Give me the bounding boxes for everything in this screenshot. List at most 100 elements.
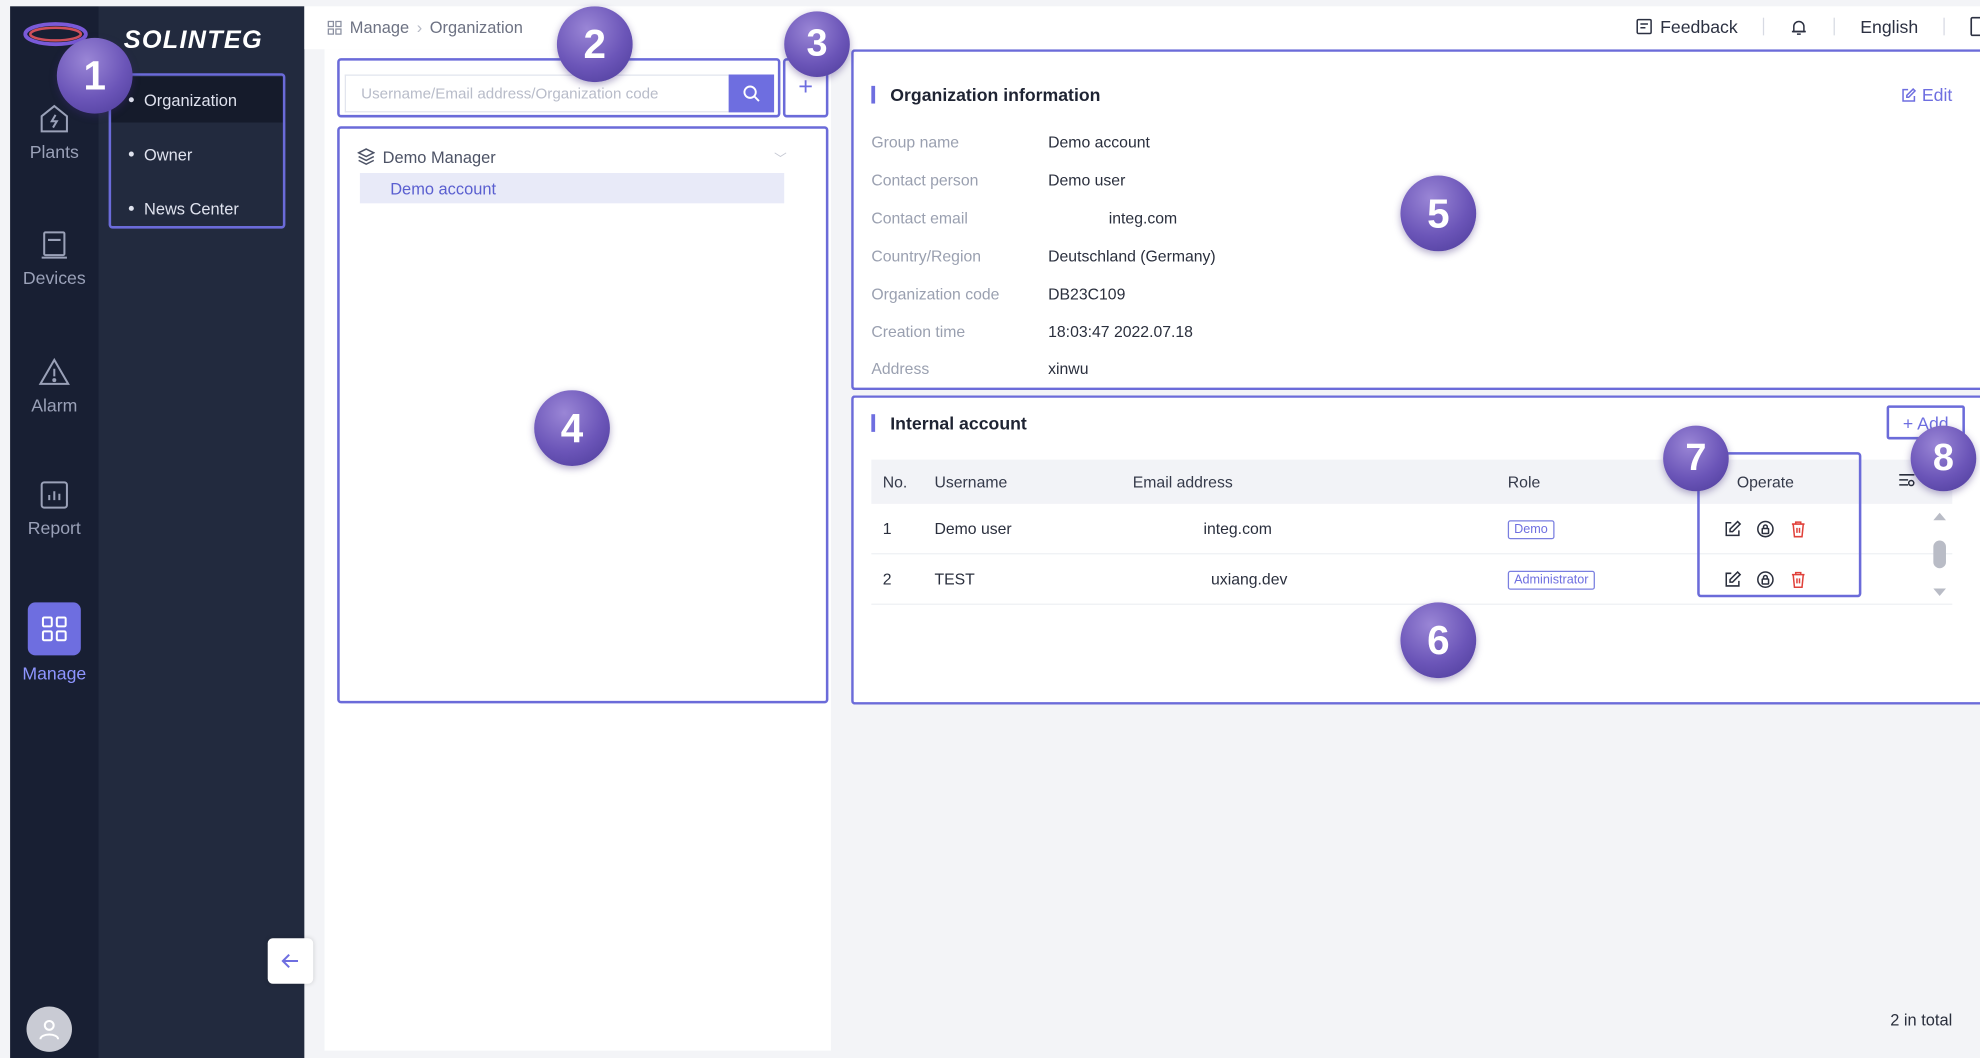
bullet-dot [128,97,134,103]
info-label: Group name [871,133,960,152]
search-input[interactable] [344,74,729,113]
info-row-country: Country/Region Deutschland (Germany) [871,248,1215,266]
cell-username: Demo user [934,519,1012,538]
cell-operate [1697,569,1833,589]
breadcrumb-root[interactable]: Manage [350,18,409,37]
callout-badge-7: 7 [1663,425,1729,492]
lock-reset-icon[interactable] [1755,569,1775,589]
tree-node-label: Demo account [390,178,497,198]
rail-item-label: Report [27,517,81,538]
edit-icon [1902,87,1916,102]
section-title-text: Organization information [890,84,1101,105]
info-row-organization-code: Organization code DB23C109 [871,285,1125,303]
cell-role: Administrator [1507,569,1697,590]
edit-icon[interactable] [1722,569,1742,589]
info-row-contact-email: Contact email integ.com [871,210,1177,228]
edit-button[interactable]: Edit [1900,85,1952,105]
section-title: Internal account [871,413,1027,433]
info-row-group-name: Group name Demo account [871,134,1150,152]
info-label: Country/Region [871,247,982,266]
plus-icon: + [798,73,814,102]
alarm-icon [38,357,70,385]
column-filter-icon[interactable] [1898,471,1916,489]
role-tag: Administrator [1507,570,1595,590]
search-icon [743,85,760,102]
delete-icon[interactable] [1788,518,1808,538]
subnav-item-organization[interactable]: Organization [111,77,286,123]
delete-icon[interactable] [1788,569,1808,589]
vertical-scrollbar[interactable] [1930,505,1950,606]
rail-item-label: Manage [22,662,87,684]
notifications-button[interactable] [1789,17,1808,36]
callout-badge-4: 4 [534,390,610,466]
divider [1943,17,1945,36]
cell-username: TEST [934,570,975,588]
account-table: No. Username Email address Role Operate … [871,459,1953,605]
info-value: 18:03:47 2022.07.18 [1048,323,1193,341]
feedback-label: Feedback [1660,16,1738,37]
device-icon [41,231,67,259]
lock-reset-icon[interactable] [1755,518,1775,538]
callout-badge-3: 3 [784,11,850,78]
info-value: integ.com [1108,209,1178,228]
rail-item-report[interactable]: Report [10,477,98,565]
sub-navigation: SOLINTEG Organization Owner News Center [98,6,305,1058]
feedback-icon [1635,18,1652,35]
cell-role: Demo [1507,518,1697,539]
language-label: English [1860,16,1919,37]
info-label: Organization code [871,285,1000,304]
layers-icon [357,148,376,166]
user-avatar[interactable] [26,1006,72,1052]
top-right-actions: Feedback English [1635,16,1980,37]
subnav-item-owner[interactable]: Owner [111,131,285,176]
top-bar: Manage › Organization Feedback English [304,6,1980,50]
edit-icon[interactable] [1722,518,1742,538]
organization-tree-panel: + Demo Manager ﹀ Demo account [324,49,831,1051]
subnav-item-news-center[interactable]: News Center [111,186,285,231]
rail-item-alarm[interactable]: Alarm [10,355,98,443]
callout-badge-8: 8 [1910,425,1977,492]
column-header-email: Email address [1132,472,1233,491]
total-count: 2 in total [1890,1010,1953,1030]
app-canvas: Plants Devices Alarm Report Manage SOLIN… [0,0,1980,1058]
table-row: 1 Demo user integ.com Demo [871,504,1953,555]
bullet-dot [128,151,134,157]
search-button[interactable] [728,74,775,113]
rail-item-plants[interactable]: Plants [10,101,98,189]
rail-item-manage[interactable]: Manage [10,602,98,690]
info-label: Creation time [871,323,966,341]
language-selector[interactable]: English [1860,16,1918,36]
divider [1833,17,1835,36]
callout-badge-6: 6 [1400,602,1477,679]
info-value: Demo account [1048,133,1150,152]
subnav-item-label: Organization [143,90,238,110]
app-root: Plants Devices Alarm Report Manage SOLIN… [0,0,1980,1058]
grid-icon [327,20,342,35]
user-icon [39,1019,60,1040]
collapse-sidebar-button[interactable] [267,938,314,984]
info-row-address: Address xinwu [871,360,1088,378]
info-value: DB23C109 [1048,285,1126,304]
breadcrumb-separator: › [416,17,423,37]
chevron-down-icon[interactable]: ﹀ [774,147,787,166]
column-header-username: Username [934,472,1008,491]
tree-node-demo-account[interactable]: Demo account [359,173,785,204]
tree-node-demo-manager[interactable]: Demo Manager ﹀ [357,143,787,171]
brand-logo-text: SOLINTEG [123,26,263,55]
feedback-button[interactable]: Feedback [1635,16,1738,37]
section-title-text: Internal account [890,412,1027,434]
rail-item-label: Plants [29,141,79,162]
edit-label: Edit [1921,84,1953,105]
tree-node-label: Demo Manager [382,147,496,167]
plant-icon [40,104,68,133]
rail-item-devices[interactable]: Devices [10,227,98,315]
title-accent-bar [871,85,876,104]
info-value: xinwu [1048,359,1089,378]
cell-no: 1 [882,519,892,538]
cell-email: uxiang.dev [1211,570,1288,588]
fullscreen-button[interactable] [1970,16,1980,37]
info-label: Address [871,359,930,378]
manage-icon [41,616,67,642]
breadcrumb: Manage › Organization [327,18,523,37]
report-icon [40,481,68,509]
